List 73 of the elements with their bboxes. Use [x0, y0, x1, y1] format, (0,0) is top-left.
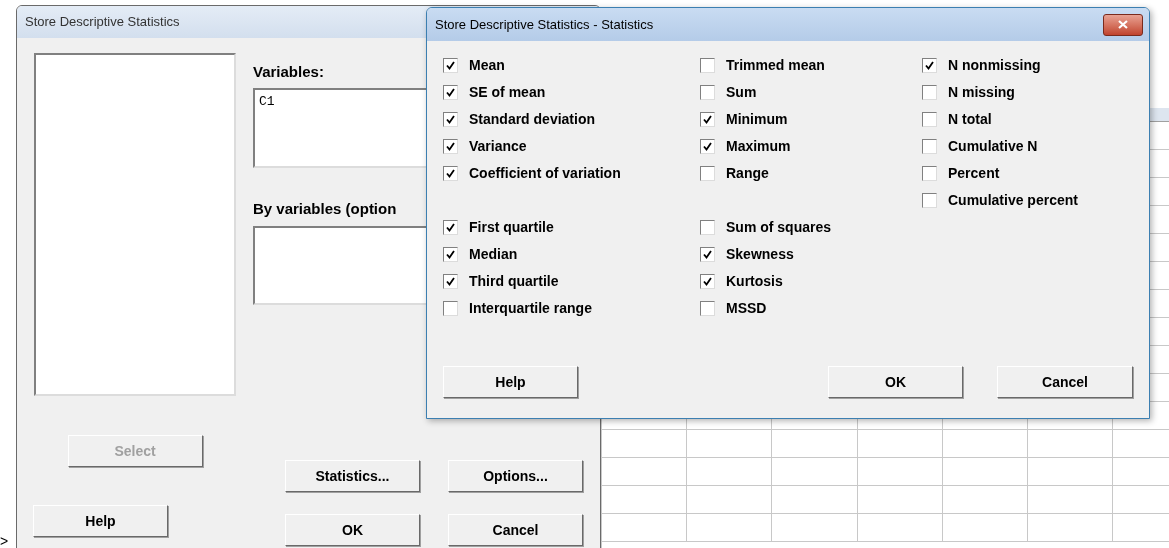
cancel-button[interactable]: Cancel: [997, 366, 1133, 398]
checkbox[interactable]: [922, 58, 937, 73]
field-label: Variables:: [253, 63, 324, 81]
field-label: By variables (option: [253, 200, 397, 218]
checkbox[interactable]: [443, 58, 458, 73]
checkbox[interactable]: [922, 166, 937, 181]
statistics-button[interactable]: Statistics...: [285, 460, 420, 492]
ok-button[interactable]: OK: [285, 514, 420, 546]
checkbox-label: Variance: [469, 137, 527, 156]
checkmark-icon: [703, 142, 712, 151]
checkbox-label: Skewness: [726, 245, 794, 264]
checkmark-icon: [925, 61, 934, 70]
checkmark-icon: [703, 115, 712, 124]
checkbox[interactable]: [443, 274, 458, 289]
checkbox-label: Sum: [726, 83, 757, 102]
checkbox[interactable]: [700, 112, 715, 127]
checkbox-label: Range: [726, 164, 769, 183]
checkmark-icon: [446, 277, 455, 286]
checkmark-icon: [446, 250, 455, 259]
checkbox[interactable]: [443, 166, 458, 181]
checkbox[interactable]: [700, 139, 715, 154]
checkmark-icon: [703, 277, 712, 286]
checkbox-label: Interquartile range: [469, 299, 592, 318]
checkbox-label: Cumulative percent: [948, 191, 1078, 210]
checkbox[interactable]: [700, 58, 715, 73]
prompt-symbol: >: [0, 534, 9, 548]
checkbox-label: Percent: [948, 164, 1000, 183]
checkbox-label: Kurtosis: [726, 272, 783, 291]
checkbox-label: N nonmissing: [948, 56, 1041, 75]
checkbox-label: N missing: [948, 83, 1015, 102]
checkbox-label: First quartile: [469, 218, 554, 237]
options-button[interactable]: Options...: [448, 460, 583, 492]
checkmark-icon: [703, 250, 712, 259]
checkbox[interactable]: [700, 166, 715, 181]
close-icon: [1118, 20, 1128, 29]
checkbox[interactable]: [443, 112, 458, 127]
checkbox[interactable]: [700, 247, 715, 262]
checkmark-icon: [446, 142, 455, 151]
checkmark-icon: [446, 115, 455, 124]
checkbox-label: Median: [469, 245, 518, 264]
help-button[interactable]: Help: [33, 505, 168, 537]
checkbox-label: MSSD: [726, 299, 767, 318]
checkbox[interactable]: [700, 301, 715, 316]
window-title: Store Descriptive Statistics: [25, 13, 180, 32]
checkbox[interactable]: [443, 220, 458, 235]
checkbox[interactable]: [443, 247, 458, 262]
ok-button[interactable]: OK: [828, 366, 963, 398]
checkbox[interactable]: [443, 85, 458, 100]
checkbox[interactable]: [700, 274, 715, 289]
checkbox-label: Maximum: [726, 137, 791, 156]
checkmark-icon: [446, 223, 455, 232]
checkbox-label: N total: [948, 110, 992, 129]
checkbox-label: Third quartile: [469, 272, 559, 291]
help-button[interactable]: Help: [443, 366, 578, 398]
checkbox-label: Cumulative N: [948, 137, 1038, 156]
checkbox-label: Minimum: [726, 110, 788, 129]
checkbox-label: Trimmed mean: [726, 56, 825, 75]
checkbox[interactable]: [700, 220, 715, 235]
checkbox[interactable]: [443, 139, 458, 154]
checkbox[interactable]: [922, 112, 937, 127]
cancel-button[interactable]: Cancel: [448, 514, 583, 546]
window-title: Store Descriptive Statistics - Statistics: [435, 15, 654, 34]
checkbox[interactable]: [443, 301, 458, 316]
checkbox[interactable]: [700, 85, 715, 100]
checkmark-icon: [446, 169, 455, 178]
checkbox[interactable]: [922, 139, 937, 154]
close-button[interactable]: [1103, 13, 1143, 36]
checkmark-icon: [446, 88, 455, 97]
checkbox[interactable]: [922, 85, 937, 100]
checkbox-label: Sum of squares: [726, 218, 832, 237]
checkbox-label: Mean: [469, 56, 505, 75]
checkmark-icon: [446, 61, 455, 70]
checkbox[interactable]: [922, 193, 937, 208]
